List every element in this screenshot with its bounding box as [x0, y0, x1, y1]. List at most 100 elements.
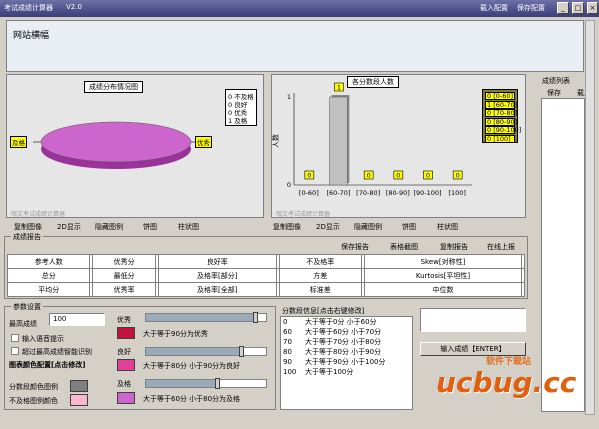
segment-desc: 大于等于90分 小于100分 — [305, 358, 386, 366]
save-list-button[interactable]: 保存 — [547, 88, 561, 98]
max-score-input[interactable]: 100 — [49, 313, 105, 326]
segment-color-swatch[interactable] — [70, 380, 88, 392]
max-score-label: 最高成绩 — [9, 320, 37, 328]
report-value — [521, 282, 525, 297]
toggle-2d-button[interactable]: 2D显示 — [316, 222, 340, 232]
app-window: 考试成绩计算器 V2.0 载入配置 保存配置 _ □ × 网站横幅 成绩分布情况… — [0, 0, 599, 429]
segment-row[interactable]: 60 大于等于60分 小于70分 — [281, 327, 412, 337]
score-list-title: 成绩列表 — [542, 77, 570, 85]
online-report-button[interactable]: 在线上报 — [487, 242, 515, 252]
score-entry-box[interactable] — [420, 308, 526, 332]
pie-legend-item: 1 及格 — [228, 117, 248, 125]
excellent-slider[interactable] — [145, 312, 267, 323]
maximize-icon: □ — [574, 4, 582, 12]
bar-legend-item: 0 [90-100] — [485, 126, 522, 134]
grade-desc: 大于等于90分为优秀 — [143, 330, 208, 338]
smart-checkbox[interactable] — [11, 347, 19, 355]
x-tick-label: [100] — [448, 189, 465, 197]
report-group: 成绩报告 保存报告 表格截图 复制报告 在线上报 参考人数 优秀分 良好率 不及格率 S… — [4, 232, 528, 299]
segment-start: 0 — [283, 318, 288, 326]
vertical-scrollbar[interactable] — [585, 20, 595, 415]
grade-desc: 大于等于60分 小于80分为及格 — [143, 395, 241, 403]
pie-label-excellent: 优秀 — [195, 136, 212, 148]
copy-image-button[interactable]: 复制图像 — [273, 222, 301, 232]
menu-load-config[interactable]: 载入配置 — [480, 3, 508, 13]
segments-list[interactable]: 0 大于等于0分 小于60分 60 大于等于60分 小于70分 70 大于等于70分 小于… — [280, 316, 413, 410]
minimize-button[interactable]: _ — [557, 2, 569, 14]
hide-legend-button[interactable]: 隐藏图例 — [95, 222, 123, 232]
bar-data-label: 0 — [307, 172, 311, 180]
report-value — [521, 254, 525, 269]
segment-row[interactable]: 70 大于等于70分 小于80分 — [281, 337, 412, 347]
hide-legend-button[interactable]: 隐藏图例 — [354, 222, 382, 232]
voice-checkbox[interactable] — [11, 334, 19, 342]
bar — [329, 96, 348, 186]
x-tick-label: [90-100] — [413, 189, 441, 197]
report-label: 参考人数 — [6, 254, 91, 269]
pie-mode-button[interactable]: 饼图 — [143, 222, 157, 232]
report-label: 标准差 — [278, 282, 363, 297]
bar-mode-button[interactable]: 柱状图 — [178, 222, 199, 232]
minimize-icon: _ — [561, 4, 565, 12]
x-tick-label: [80-90] — [386, 189, 410, 197]
y-tick-label: 0 — [287, 181, 291, 189]
menu-save-config[interactable]: 保存配置 — [517, 3, 545, 13]
report-label: 良好率 — [157, 254, 277, 269]
pie-slice-pass — [40, 121, 192, 163]
toggle-2d-button[interactable]: 2D显示 — [57, 222, 81, 232]
save-report-button[interactable]: 保存报告 — [341, 242, 369, 252]
bar-legend-item: 0 [100] — [485, 134, 515, 143]
bar-data-label: 0 — [396, 172, 400, 180]
table-screenshot-button[interactable]: 表格截图 — [390, 242, 418, 252]
segment-desc: 大于等于80分 小于90分 — [305, 348, 382, 356]
good-color-swatch[interactable] — [117, 359, 135, 371]
pass-color-swatch[interactable] — [117, 392, 135, 404]
report-label: 方差 — [278, 268, 363, 283]
good-slider[interactable] — [145, 346, 267, 357]
title-bar: 考试成绩计算器 V2.0 载入配置 保存配置 _ □ × — [0, 0, 599, 17]
report-label: 中位数 — [363, 282, 523, 297]
close-button[interactable]: × — [587, 2, 598, 14]
maximize-button[interactable]: □ — [572, 2, 584, 14]
fail-color-swatch[interactable] — [70, 394, 88, 406]
pass-slider[interactable] — [145, 378, 267, 389]
report-label: Skew[对称性] — [363, 254, 523, 269]
segment-row[interactable]: 100 大于等于100分 — [281, 367, 412, 377]
bar-data-label: 0 — [456, 172, 460, 180]
segment-desc: 大于等于70分 小于80分 — [305, 338, 382, 346]
segment-start: 80 — [283, 348, 292, 356]
segment-row[interactable]: 80 大于等于80分 小于90分 — [281, 347, 412, 357]
bar-chart-panel: 各分数段人数 人数 0 1 0 [0-60] 1 [60-70] 0 [70-80] 0 [80-9… — [271, 74, 526, 218]
x-tick-label: [70-80] — [356, 189, 380, 197]
pie-legend-item: 0 优秀 — [228, 109, 248, 117]
bar-data-label: 0 — [426, 172, 430, 180]
report-label: 不及格率 — [278, 254, 363, 269]
excellent-color-swatch[interactable] — [117, 327, 135, 339]
y-axis-label: 人数 — [272, 134, 280, 148]
copy-image-button[interactable]: 复制图像 — [14, 222, 42, 232]
report-row: 参考人数 优秀分 良好率 不及格率 Skew[对称性] — [6, 254, 525, 269]
report-row: 平均分 优秀率 及格率[全部] 标准差 中位数 — [6, 282, 525, 297]
bar-mode-button[interactable]: 柱状图 — [437, 222, 458, 232]
report-value — [521, 268, 525, 283]
grade-name: 及格 — [117, 380, 131, 388]
watermark-logo: 软件下载站 ucbug.cc — [436, 354, 586, 414]
bar-legend: 0 [0-60] 1 [60-70] 0 [70-80] 0 [80-90] 0 [90… — [482, 89, 522, 143]
x-tick-label: [60-70] — [327, 189, 351, 197]
bar-watermark: 嗡文考试成绩计算器 — [276, 211, 331, 218]
pie-watermark: 嗡文考试成绩计算器 — [11, 211, 66, 218]
bar-legend-item: 0 [70-80] — [485, 109, 518, 117]
pie-mode-button[interactable]: 饼图 — [402, 222, 416, 232]
copy-report-button[interactable]: 复制报告 — [440, 242, 468, 252]
color-config-label[interactable]: 图表颜色配置[点击修改] — [9, 360, 85, 370]
smart-label: 超过最高成绩智能识别 — [22, 348, 92, 356]
segment-row[interactable]: 90 大于等于90分 小于100分 — [281, 357, 412, 367]
bar-legend-item: 1 [60-70] — [485, 100, 518, 109]
segments-title: 分数段信息[点击右键修改] — [282, 307, 365, 315]
x-tick-label: [0-60] — [299, 189, 319, 197]
params-title: 参数设置 — [11, 302, 43, 312]
grade-name: 良好 — [117, 348, 131, 356]
segment-row[interactable]: 0 大于等于0分 小于60分 — [281, 317, 412, 327]
report-label: 优秀分 — [92, 254, 156, 269]
watermark-domain: ucbug.cc — [436, 366, 577, 399]
